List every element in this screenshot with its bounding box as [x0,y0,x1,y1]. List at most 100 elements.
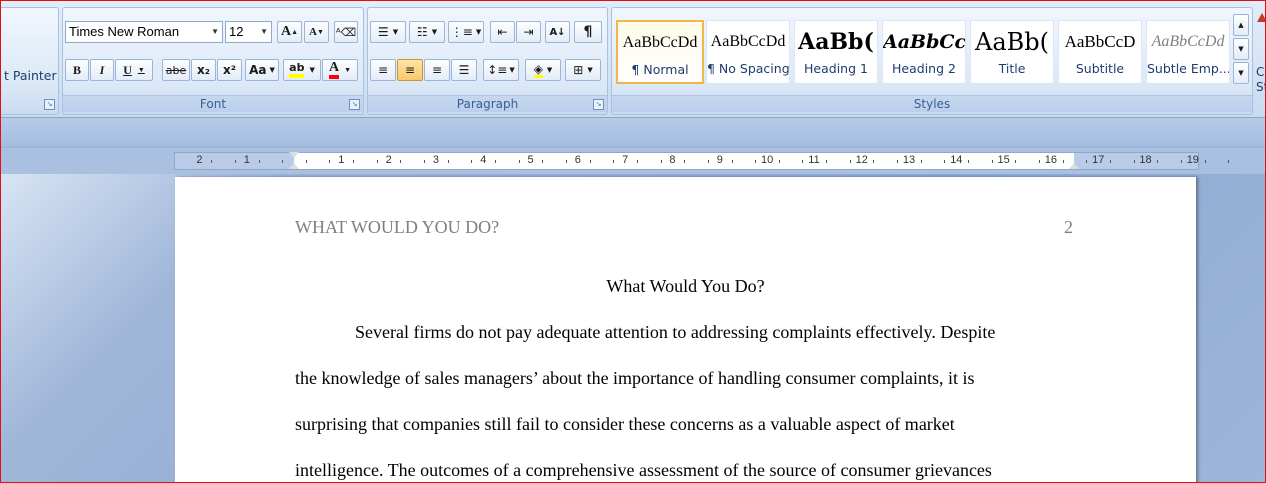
bullets-button[interactable]: ☰ ▼ [370,21,406,43]
ruler-tick [542,160,544,163]
styles-more-button[interactable]: ▼ [1233,62,1249,84]
change-case-button[interactable]: Aa ▼ [245,59,279,81]
body-line: the knowledge of sales managers’ about t… [295,368,975,388]
align-right-button[interactable]: ≡ [424,59,450,81]
pilcrow-icon: ¶ [583,24,593,40]
align-center-button[interactable]: ≡ [397,59,423,81]
ruler-tick [873,160,875,163]
font-name-field[interactable]: Times New Roman ▼ [65,21,223,43]
decrease-indent-button[interactable]: ⇤ [490,21,515,43]
ruler-tick [447,160,449,163]
style-heading-2[interactable]: AaBbCc Heading 2 [882,20,966,84]
style-subtle-emphasis[interactable]: AaBbCcDd Subtle Emp... [1146,20,1230,84]
style-name: Title [998,61,1026,76]
horizontal-ruler[interactable]: 2 1 1 2 3 4 5 6 7 8 9 10 11 12 13 14 15 16 17 18 19 [174,152,1230,170]
ruler-tick [565,160,567,163]
font-color-button[interactable]: A ▼ [322,59,358,81]
style-sample: AaBb( [974,28,1049,56]
body-line: intelligence. The outcomes of a comprehe… [295,460,992,480]
chevron-down-icon[interactable]: ▼ [476,28,481,36]
ruler-tick [1180,160,1182,163]
format-painter-button[interactable]: t Painter [4,68,57,83]
styles-scroll: ▲ ▼ ▼ [1233,14,1249,84]
clipboard-launcher-icon[interactable]: ↘ [44,99,55,110]
chevron-down-icon[interactable]: ▼ [270,66,275,74]
styles-scroll-up-button[interactable]: ▲ [1233,14,1249,36]
font-launcher-icon[interactable]: ↘ [349,99,360,110]
chevron-down-icon[interactable]: ▼ [344,66,351,74]
numbering-button[interactable]: ☷ ▼ [409,21,445,43]
ruler-number: 14 [950,154,963,166]
justify-button[interactable]: ☰ [451,59,477,81]
ruler-number: 1 [338,154,345,166]
page-number: 2 [1064,217,1073,237]
line-spacing-button[interactable]: ↕≡ ▼ [483,59,519,81]
paragraph-group: ☰ ▼ ☷ ▼ ⋮≡ ▼ ⇤ ⇥ A↓ ¶ ≡ ≡ ≡ ☰ ↕≡ ▼ ◈ ▼ ⊞… [367,7,608,115]
underline-button[interactable]: U ▼ [115,59,153,81]
first-line-indent-marker[interactable] [289,152,299,158]
show-formatting-button[interactable]: ¶ [574,21,602,43]
style-normal[interactable]: AaBbCcDd ¶ Normal [616,20,704,84]
multilevel-list-button[interactable]: ⋮≡ ▼ [448,21,484,43]
ruler-tick [495,160,497,163]
strikethrough-button[interactable]: abe [162,59,190,81]
subscript-button[interactable]: x₂ [191,59,216,81]
align-left-button[interactable]: ≡ [370,59,396,81]
style-sample: AaBbCcD [1064,32,1136,51]
grow-font-icon: A [280,24,292,39]
chevron-down-icon[interactable]: ▼ [309,66,314,74]
style-heading-1[interactable]: AaBb( Heading 1 [794,20,878,84]
chevron-down-icon[interactable]: ▼ [260,22,268,42]
ruler-tick [1109,160,1111,163]
line-spacing-icon: ↕≡ [487,63,508,77]
chevron-down-icon: ▼ [1238,45,1244,53]
superscript-button[interactable]: x² [217,59,242,81]
style-sample: AaBbCcDd [710,33,786,50]
ruler-number: 5 [527,154,534,166]
style-no-spacing[interactable]: AaBbCcDd ¶ No Spacing [706,20,790,84]
ruler-tick [707,160,709,163]
chevron-down-icon[interactable]: ▼ [509,66,514,74]
chevron-down-icon[interactable]: ▼ [393,28,398,36]
right-indent-marker[interactable] [1069,163,1079,169]
style-title[interactable]: AaBb( Title [970,20,1054,84]
paragraph-group-label: Paragraph [368,95,607,112]
hanging-indent-marker[interactable] [289,163,299,169]
style-subtitle[interactable]: AaBbCcD Subtitle [1058,20,1142,84]
styles-scroll-down-button[interactable]: ▼ [1233,38,1249,60]
clear-formatting-button[interactable]: ᴬ⌫ [334,21,358,43]
borders-button[interactable]: ⊞ ▼ [565,59,601,81]
ruler-tick [424,160,426,163]
document-page[interactable]: WHAT WOULD YOU DO? 2 What Would You Do? … [175,177,1196,482]
font-group-label: Font [63,95,363,112]
chevron-down-icon[interactable]: ▼ [432,28,437,36]
styles-group: AaBbCcDd ¶ Normal AaBbCcDd ¶ No Spacing … [611,7,1253,115]
style-name: Subtle Emp... [1147,61,1229,76]
ruler-tick [258,160,260,163]
style-sample: AaBb( [798,29,874,55]
shading-button[interactable]: ◈ ▼ [525,59,561,81]
chevron-down-icon[interactable]: ▼ [547,66,552,74]
ruler-number: 1 [243,154,250,166]
shrink-font-button[interactable]: A ▼ [304,21,329,43]
increase-indent-button[interactable]: ⇥ [516,21,541,43]
ruler-number: 7 [622,154,629,166]
sort-button[interactable]: A↓ [545,21,570,43]
ruler-tick [211,160,213,163]
bold-button[interactable]: B [65,59,89,81]
subscript-icon: x₂ [197,63,210,77]
italic-button[interactable]: I [90,59,114,81]
grow-font-button[interactable]: A ▲ [277,21,302,43]
ruler-tick [755,160,757,163]
paragraph-launcher-icon[interactable]: ↘ [593,99,604,110]
change-styles-button[interactable]: Cl St [1253,7,1265,97]
chevron-down-icon[interactable]: ▼ [138,66,145,74]
ruler-tick [944,160,946,163]
body-line: Several firms do not pay adequate attent… [355,322,996,342]
font-size-field[interactable]: 12 ▼ [225,21,272,43]
chevron-down-icon[interactable]: ▼ [587,66,592,74]
chevron-down-icon[interactable]: ▼ [211,22,219,42]
font-size-value: 12 [229,24,244,39]
ruler-tick [1086,160,1088,163]
highlight-button[interactable]: ab ▼ [283,59,321,81]
